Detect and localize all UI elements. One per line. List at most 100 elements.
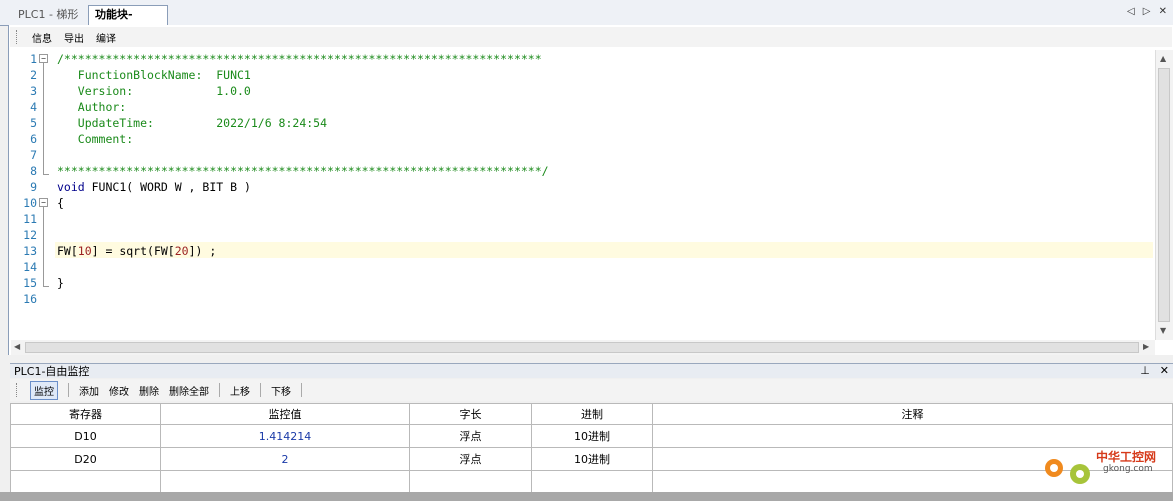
column-header-comment[interactable]: 注释: [652, 403, 1173, 425]
line-number: 9: [30, 180, 37, 194]
editor-toolbar: 信息 导出 编译: [10, 27, 1172, 47]
vertical-scrollbar[interactable]: ▲ ▼: [1155, 50, 1173, 340]
column-header-base[interactable]: 进制: [531, 403, 653, 425]
line-number: 8: [30, 164, 37, 178]
horizontal-scrollbar[interactable]: ◀ ▶: [11, 340, 1155, 355]
keyword-token: void: [57, 180, 85, 194]
move-down-button[interactable]: 下移: [271, 383, 291, 398]
close-icon[interactable]: ✕: [1159, 6, 1167, 20]
code-line-10: {: [57, 196, 64, 210]
value-cell[interactable]: 1.414214: [160, 424, 410, 448]
base-cell[interactable]: 10进制: [531, 424, 653, 448]
tab-ladder-diagram[interactable]: PLC1 - 梯形图: [12, 6, 88, 39]
base-cell[interactable]: 10进制: [531, 447, 653, 471]
line-number: 7: [30, 148, 37, 162]
code-line-3: Version: 1.0.0: [57, 84, 251, 98]
left-edge: [0, 25, 8, 501]
line-number: 12: [23, 228, 37, 242]
modify-button[interactable]: 修改: [109, 383, 129, 398]
fold-guide: [43, 63, 44, 175]
code-line-5: UpdateTime: 2022/1/6 8:24:54: [57, 116, 328, 130]
bottom-bar: [0, 492, 1173, 501]
line-number: 2: [30, 68, 37, 82]
scroll-right-icon[interactable]: ▶: [1143, 342, 1149, 351]
line-number: 16: [23, 292, 37, 306]
line-number: 13: [23, 244, 37, 258]
comment-cell[interactable]: [652, 424, 1173, 448]
value-cell[interactable]: 2: [160, 447, 410, 471]
toolbar-separator: [260, 383, 261, 397]
code-editor[interactable]: 1 2 3 4 5 6 7 8 9 10 11 12 13 14 15 16 −…: [11, 50, 1155, 340]
scroll-down-icon[interactable]: ▼: [1160, 326, 1166, 335]
line-number: 15: [23, 276, 37, 290]
toolbar-separator: [219, 383, 220, 397]
code-line-8: ****************************************…: [57, 164, 549, 178]
register-cell[interactable]: [10, 470, 161, 494]
number-token: 20: [174, 244, 189, 258]
code-token: FW[: [57, 244, 78, 258]
column-header-word-length[interactable]: 字长: [409, 403, 532, 425]
monitor-panel-title: PLC1-自由监控: [14, 365, 90, 378]
toolbar-grip[interactable]: [16, 30, 20, 44]
document-tab-strip: PLC1 - 梯形图 功能块-FUNC1 ◁ ▷ ✕: [0, 0, 1173, 39]
register-cell[interactable]: D20: [10, 447, 161, 471]
toolbar-grip[interactable]: [16, 383, 20, 397]
code-line-9: void FUNC1( WORD W , BIT B ): [57, 180, 251, 194]
monitor-table: 寄存器 监控值 字长 进制 注释 D10 1.414214 浮点 10进制 D2…: [10, 403, 1173, 494]
column-header-value[interactable]: 监控值: [160, 403, 410, 425]
code-token: ]) ;: [188, 244, 217, 258]
line-number: 11: [23, 212, 37, 226]
scroll-up-icon[interactable]: ▲: [1160, 54, 1166, 63]
table-row[interactable]: D20 2 浮点 10进制: [10, 447, 1173, 471]
monitor-button[interactable]: 监控: [30, 380, 58, 400]
toolbar-separator: [301, 383, 302, 397]
word-length-cell[interactable]: 浮点: [409, 447, 532, 471]
fold-guide-end: [43, 174, 49, 175]
tab-function-block[interactable]: 功能块-FUNC1: [88, 5, 168, 39]
table-header-row: 寄存器 监控值 字长 进制 注释: [10, 403, 1173, 425]
tab-navigation: ◁ ▷ ✕: [1127, 6, 1167, 20]
code-line-4: Author:: [57, 100, 127, 114]
word-length-cell[interactable]: 浮点: [409, 424, 532, 448]
table-row[interactable]: D10 1.414214 浮点 10进制: [10, 424, 1173, 448]
pin-icon[interactable]: ⊥: [1140, 364, 1150, 377]
code-token: ] = sqrt(FW[: [91, 244, 175, 258]
toolbar-separator: [68, 383, 69, 397]
fold-guide: [43, 207, 44, 287]
export-button[interactable]: 导出: [64, 30, 84, 45]
register-cell[interactable]: D10: [10, 424, 161, 448]
tab-scroll-right-icon[interactable]: ▷: [1143, 6, 1151, 20]
panel-controls: ⊥ ✕: [1140, 364, 1169, 377]
code-token: FUNC1( WORD W , BIT B ): [84, 180, 251, 194]
current-line-highlight: [55, 242, 1153, 258]
column-header-register[interactable]: 寄存器: [10, 403, 161, 425]
fold-collapse-icon[interactable]: −: [39, 198, 48, 207]
fold-collapse-icon[interactable]: −: [39, 54, 48, 63]
info-button[interactable]: 信息: [32, 30, 52, 45]
word-length-cell[interactable]: [409, 470, 532, 494]
line-number: 5: [30, 116, 37, 130]
scroll-left-icon[interactable]: ◀: [14, 342, 20, 351]
code-line-2: FunctionBlockName: FUNC1: [57, 68, 251, 82]
fold-guide-end: [43, 286, 49, 287]
move-up-button[interactable]: 上移: [230, 383, 250, 398]
tab-scroll-left-icon[interactable]: ◁: [1127, 6, 1135, 20]
watermark-text: 中华工控网: [1096, 450, 1157, 464]
line-number: 3: [30, 84, 37, 98]
compile-button[interactable]: 编译: [96, 30, 116, 45]
value-cell[interactable]: [160, 470, 410, 494]
code-line-1: /***************************************…: [57, 52, 542, 66]
delete-all-button[interactable]: 删除全部: [169, 383, 209, 398]
line-number: 14: [23, 260, 37, 274]
panel-close-icon[interactable]: ✕: [1160, 364, 1169, 377]
code-line-6: Comment:: [57, 132, 134, 146]
vertical-scroll-thumb[interactable]: [1158, 68, 1170, 322]
delete-button[interactable]: 删除: [139, 383, 159, 398]
base-cell[interactable]: [531, 470, 653, 494]
table-row-empty[interactable]: [10, 470, 1173, 494]
code-line-13: FW[10] = sqrt(FW[20]) ;: [57, 244, 216, 258]
add-button[interactable]: 添加: [79, 383, 99, 398]
line-number: 4: [30, 100, 37, 114]
line-number: 1: [30, 52, 37, 66]
horizontal-scroll-thumb[interactable]: [25, 342, 1139, 353]
